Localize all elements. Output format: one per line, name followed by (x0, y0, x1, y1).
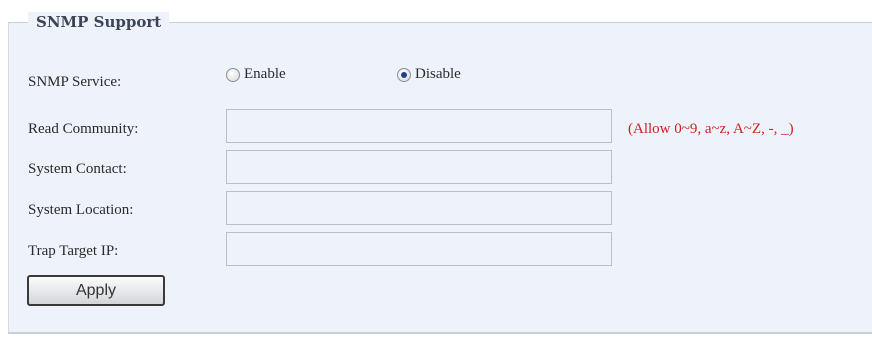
system-location-label: System Location: (28, 202, 134, 218)
fieldset-bottom-border (8, 332, 872, 334)
system-contact-input[interactable] (226, 150, 612, 184)
disable-radio-icon[interactable] (397, 67, 411, 82)
system-contact-label: System Contact: (28, 161, 127, 177)
apply-button[interactable]: Apply (27, 275, 165, 306)
trap-target-ip-input[interactable] (226, 232, 612, 266)
enable-radio-option[interactable]: Enable (226, 66, 286, 83)
enable-radio-icon[interactable] (226, 67, 240, 82)
snmp-service-label: SNMP Service: (28, 74, 122, 90)
read-community-hint: (Allow 0~9, a~z, A~Z, -, _) (628, 121, 794, 137)
enable-radio-label: Enable (244, 66, 286, 82)
read-community-input[interactable] (226, 109, 612, 143)
system-location-input[interactable] (226, 191, 612, 225)
disable-radio-label: Disable (415, 66, 461, 82)
disable-radio-option[interactable]: Disable (397, 66, 461, 83)
read-community-label: Read Community: (28, 121, 139, 137)
trap-target-ip-label: Trap Target IP: (28, 243, 119, 259)
snmp-support-panel: SNMP Support SNMP Service: Enable Disabl… (0, 0, 872, 349)
section-title: SNMP Support (28, 12, 170, 32)
